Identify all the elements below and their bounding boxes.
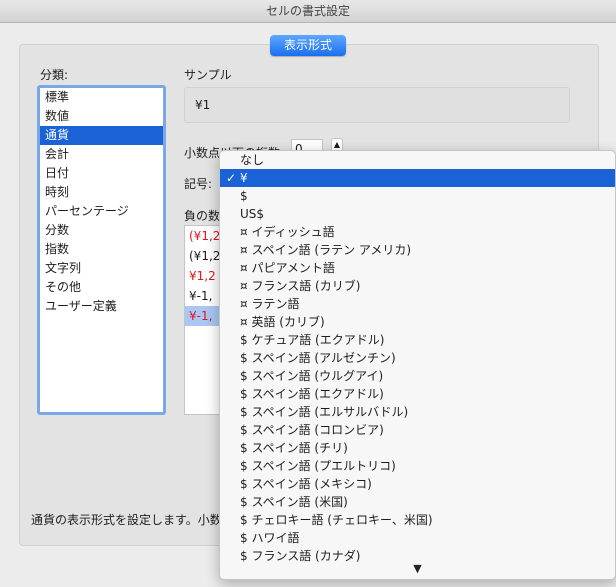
scroll-down-arrow-icon[interactable]: ▼ xyxy=(220,562,615,575)
symbol-menu-item[interactable]: $ スペイン語 (エルサルバドル) xyxy=(220,403,615,421)
symbol-menu-item-label: $ xyxy=(240,189,248,203)
category-item[interactable]: ユーザー定義 xyxy=(40,297,163,316)
category-item[interactable]: 時刻 xyxy=(40,183,163,202)
symbol-menu-item-label: $ スペイン語 (チリ) xyxy=(240,441,348,455)
negative-label: 負の数 xyxy=(184,209,221,223)
symbol-menu-item-label: $ スペイン語 (メキシコ) xyxy=(240,477,372,491)
symbol-label: 記号: xyxy=(184,177,213,191)
negative-number-list[interactable]: (¥1,2 (¥1,2 ¥1,2 ¥-1, ¥-1, xyxy=(184,225,224,415)
symbol-menu-item-label: $ ケチュア語 (エクアドル) xyxy=(240,333,385,347)
symbol-menu-item[interactable]: ¤ イディッシュ語 xyxy=(220,223,615,241)
symbol-menu-item-label: $ スペイン語 (コロンビア) xyxy=(240,423,384,437)
symbol-menu-item-label: なし xyxy=(240,153,265,167)
symbol-menu-item[interactable]: $ xyxy=(220,187,615,205)
category-item[interactable]: 指数 xyxy=(40,240,163,259)
checkmark-icon: ✓ xyxy=(226,171,237,185)
symbol-menu-item[interactable]: ¤ フランス語 (カリブ) xyxy=(220,277,615,295)
negative-format-item[interactable]: (¥1,2 xyxy=(185,226,223,246)
symbol-menu-item-label: $ スペイン語 (ウルグアイ) xyxy=(240,369,384,383)
symbol-menu-item[interactable]: $ チェロキー語 (チェロキー、米国) xyxy=(220,511,615,529)
symbol-menu-item-label: ¤ 英語 (カリブ) xyxy=(240,315,325,329)
symbol-menu-item-label: $ ハワイ語 xyxy=(240,531,300,545)
symbol-dropdown-menu[interactable]: なし ✓ ¥ $ US$ ¤ イディッシュ語 ¤ スペイン語 (ラテン アメリカ) ¤ パピア… xyxy=(219,150,616,580)
symbol-menu-item[interactable]: $ スペイン語 (エクアドル) xyxy=(220,385,615,403)
symbol-menu-item[interactable]: $ スペイン語 (プエルトリコ) xyxy=(220,457,615,475)
symbol-menu-item[interactable]: ✓ ¥ xyxy=(220,169,615,187)
negative-format-item[interactable]: ¥-1, xyxy=(185,286,223,306)
category-item[interactable]: 分数 xyxy=(40,221,163,240)
symbol-menu-item-label: $ フランス語 (カナダ) xyxy=(240,549,361,563)
category-item[interactable]: その他 xyxy=(40,278,163,297)
category-item[interactable]: 文字列 xyxy=(40,259,163,278)
window-titlebar: セルの書式設定 xyxy=(0,0,616,23)
negative-format-item[interactable]: (¥1,2 xyxy=(185,246,223,266)
symbol-menu-item-label: $ スペイン語 (アルゼンチン) xyxy=(240,351,396,365)
symbol-menu-item[interactable]: $ スペイン語 (メキシコ) xyxy=(220,475,615,493)
symbol-menu-item-label: US$ xyxy=(240,207,265,221)
negative-format-item[interactable]: ¥-1, xyxy=(185,306,223,326)
symbol-menu-item[interactable]: $ ハワイ語 xyxy=(220,529,615,547)
category-item[interactable]: パーセンテージ xyxy=(40,202,163,221)
category-item[interactable]: 会計 xyxy=(40,145,163,164)
format-description: 通貨の表示形式を設定します。小数 xyxy=(31,513,222,527)
symbol-menu-item-label: ¥ xyxy=(240,171,248,185)
category-item[interactable]: 日付 xyxy=(40,164,163,183)
symbol-menu-item[interactable]: US$ xyxy=(220,205,615,223)
sample-label: サンプル xyxy=(184,68,232,82)
category-item[interactable]: 数値 xyxy=(40,107,163,126)
negative-format-item[interactable]: ¥1,2 xyxy=(185,266,223,286)
symbol-menu-item-label: ¤ パピアメント語 xyxy=(240,261,335,275)
symbol-menu-item-label: ¤ スペイン語 (ラテン アメリカ) xyxy=(240,243,412,257)
category-item[interactable]: 通貨 xyxy=(40,126,163,145)
window-title: セルの書式設定 xyxy=(265,4,350,18)
symbol-menu-item-label: ¤ フランス語 (カリブ) xyxy=(240,279,361,293)
tab-number-format[interactable]: 表示形式 xyxy=(270,35,346,56)
symbol-menu-item-label: $ スペイン語 (エルサルバドル) xyxy=(240,405,409,419)
category-list[interactable]: 標準 数値 通貨 会計 日付 時刻 パーセンテージ 分数 指数 文字列 その他 ユーザー定義 xyxy=(37,85,166,415)
symbol-menu-item[interactable]: ¤ スペイン語 (ラテン アメリカ) xyxy=(220,241,615,259)
symbol-menu-item[interactable]: $ スペイン語 (ウルグアイ) xyxy=(220,367,615,385)
category-item[interactable]: 標準 xyxy=(40,88,163,107)
symbol-menu-item[interactable]: $ スペイン語 (アルゼンチン) xyxy=(220,349,615,367)
symbol-menu-item-label: $ スペイン語 (米国) xyxy=(240,495,348,509)
symbol-menu-item-label: $ スペイン語 (エクアドル) xyxy=(240,387,384,401)
symbol-menu-item-label: $ スペイン語 (プエルトリコ) xyxy=(240,459,396,473)
symbol-menu-item[interactable]: なし xyxy=(220,151,615,169)
symbol-menu-item[interactable]: ¤ パピアメント語 xyxy=(220,259,615,277)
symbol-menu-item[interactable]: ¤ ラテン語 xyxy=(220,295,615,313)
symbol-menu-item-label: ¤ イディッシュ語 xyxy=(240,225,335,239)
symbol-menu-item-label: $ チェロキー語 (チェロキー、米国) xyxy=(240,513,433,527)
symbol-menu-item[interactable]: ¤ 英語 (カリブ) xyxy=(220,313,615,331)
symbol-menu-item-label: ¤ ラテン語 xyxy=(240,297,300,311)
symbol-menu-item[interactable]: $ スペイン語 (コロンビア) xyxy=(220,421,615,439)
sample-value: ¥1 xyxy=(195,98,211,112)
category-label: 分類: xyxy=(40,68,69,82)
sample-preview: ¥1 xyxy=(184,87,570,123)
symbol-menu-item[interactable]: $ スペイン語 (チリ) xyxy=(220,439,615,457)
chevron-up-icon: ▲ xyxy=(333,140,341,149)
symbol-menu-item[interactable]: $ ケチュア語 (エクアドル) xyxy=(220,331,615,349)
symbol-menu-item[interactable]: $ スペイン語 (米国) xyxy=(220,493,615,511)
